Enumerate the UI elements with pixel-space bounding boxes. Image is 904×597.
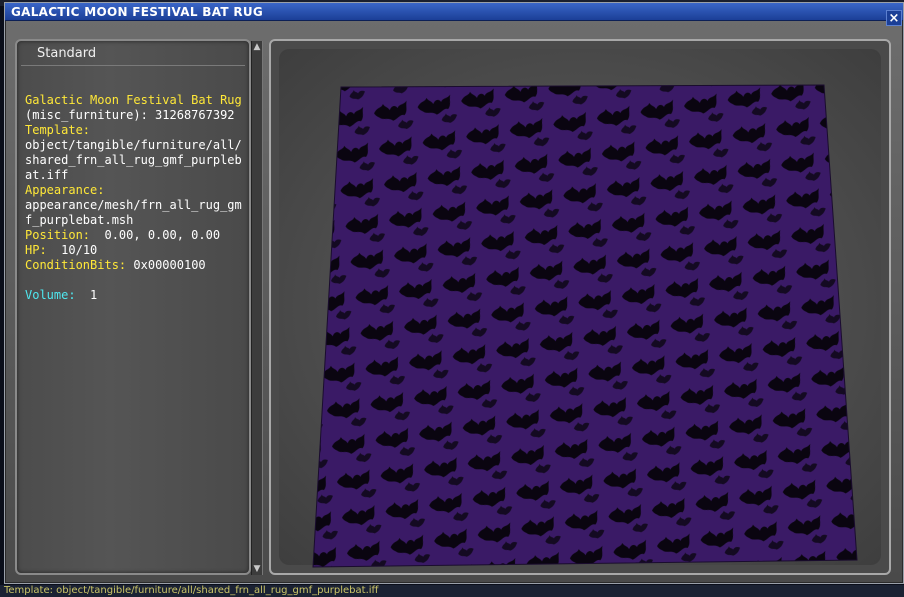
close-icon[interactable]: × — [886, 10, 902, 26]
volume-label: Volume: — [25, 288, 76, 302]
template-label: Template: — [25, 123, 91, 137]
rug-surface — [312, 84, 858, 568]
volume-value: 1 — [90, 288, 98, 302]
position-value: 0.00, 0.00, 0.00 — [104, 228, 221, 242]
info-text-body: Galactic Moon Festival Bat Rug (misc_fur… — [25, 93, 247, 303]
item-id-line: (misc_furniture): 31268767392 — [25, 108, 235, 122]
background-world-bottom: Template: object/tangible/furniture/all/… — [0, 585, 904, 597]
position-row: Position: 0.00, 0.00, 0.00 — [25, 228, 247, 243]
examine-window[interactable]: GALACTIC MOON FESTIVAL BAT RUG × Standar… — [4, 2, 904, 584]
window-titlebar[interactable]: GALACTIC MOON FESTIVAL BAT RUG — [5, 3, 903, 21]
condition-label: ConditionBits: — [25, 258, 127, 272]
info-panel: Standard Galactic Moon Festival Bat Rug … — [15, 39, 251, 575]
appearance-label: Appearance: — [25, 183, 105, 197]
window-title: GALACTIC MOON FESTIVAL BAT RUG — [11, 5, 264, 19]
hp-value: 10/10 — [61, 243, 98, 257]
condition-row: ConditionBits: 0x00000100 — [25, 258, 247, 273]
template-value: object/tangible/furniture/all/shared_frn… — [25, 138, 242, 182]
hp-label: HP: — [25, 243, 47, 257]
position-label: Position: — [25, 228, 91, 242]
tab-standard[interactable]: Standard — [37, 46, 96, 61]
background-status-text: Template: object/tangible/furniture/all/… — [4, 585, 379, 596]
item-name: Galactic Moon Festival Bat Rug — [25, 93, 242, 107]
volume-row: Volume: 1 — [25, 288, 247, 303]
info-scrollbar[interactable]: ▲ ▼ — [251, 41, 263, 575]
appearance-value: appearance/mesh/frn_all_rug_gmf_purpleba… — [25, 198, 242, 227]
model-viewer[interactable] — [269, 39, 891, 575]
scroll-up-icon[interactable]: ▲ — [252, 41, 262, 53]
rug-model-preview — [312, 84, 858, 568]
tab-divider — [21, 65, 245, 66]
condition-value: 0x00000100 — [133, 258, 206, 272]
scroll-down-icon[interactable]: ▼ — [252, 563, 262, 575]
hp-row: HP: 10/10 — [25, 243, 247, 258]
